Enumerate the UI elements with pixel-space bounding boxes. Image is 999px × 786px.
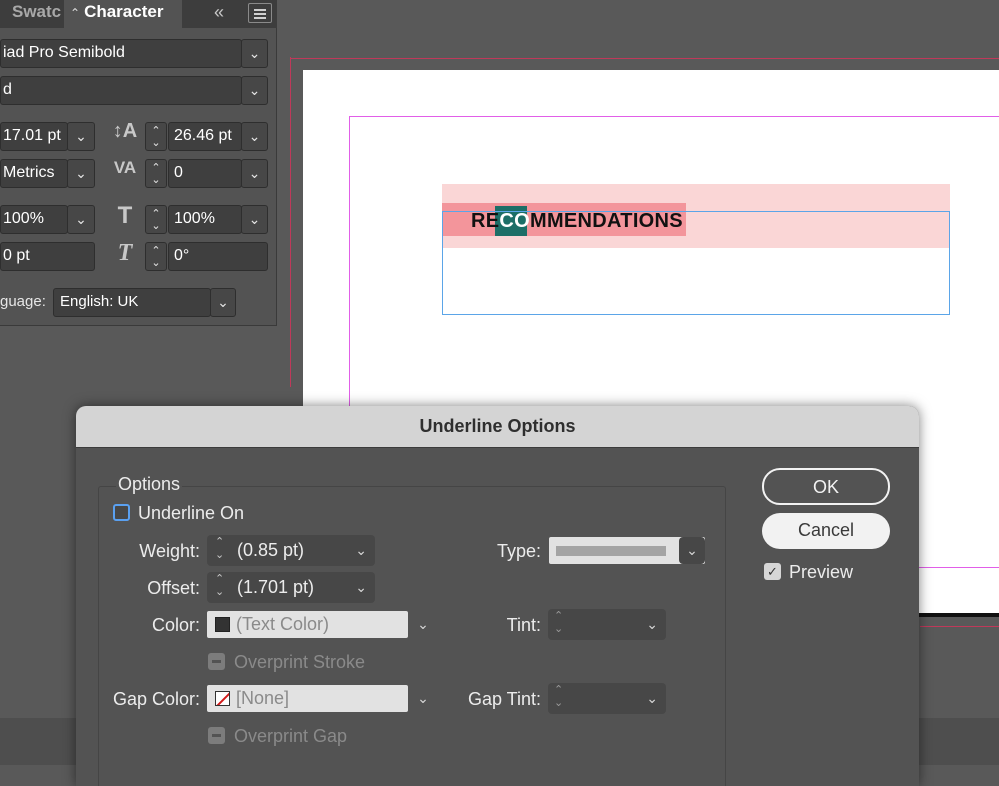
- tint-label: Tint:: [506, 615, 541, 635]
- skew-field[interactable]: 0°: [168, 242, 268, 271]
- offset-control[interactable]: ⌃ ⌄ (1.701 pt) ⌄: [207, 572, 375, 603]
- gap-tint-label: Gap Tint:: [467, 689, 541, 709]
- language-dropdown[interactable]: ⌄: [210, 288, 236, 317]
- bleed-guide-left: [290, 57, 291, 387]
- weight-control[interactable]: ⌃ ⌄ (0.85 pt) ⌄: [207, 535, 375, 566]
- horizontal-scale-stepper[interactable]: ⌃ ⌄: [145, 205, 167, 234]
- font-family-dropdown[interactable]: ⌄: [241, 39, 268, 68]
- character-panel: Swatc ⌃ Character « iad Pro Semibold ⌄ d …: [0, 0, 277, 326]
- weight-dropdown-icon[interactable]: ⌄: [355, 535, 367, 565]
- ok-button[interactable]: OK: [762, 468, 890, 505]
- language-label: guage:: [0, 293, 46, 310]
- horizontal-scale-field[interactable]: 100%: [168, 205, 242, 234]
- gap-tint-stepper-icon[interactable]: ⌃ ⌄: [554, 684, 563, 710]
- underline-on-checkbox[interactable]: [113, 504, 130, 521]
- indeterminate-mark-icon: [212, 660, 221, 663]
- dialog-title: Underline Options: [419, 416, 576, 436]
- tracking-stepper[interactable]: ⌃ ⌄: [145, 159, 167, 188]
- options-group-label: Options: [116, 474, 183, 495]
- underline-options-dialog: Underline Options Options Underline On W…: [76, 406, 919, 786]
- overprint-gap-checkbox[interactable]: [208, 727, 225, 744]
- kerning-field[interactable]: Metrics: [0, 159, 68, 188]
- font-style-field[interactable]: d: [0, 76, 242, 105]
- bleed-guide: [290, 58, 999, 59]
- overprint-stroke-checkbox[interactable]: [208, 653, 225, 670]
- overprint-gap-label: Overprint Gap: [234, 726, 348, 746]
- font-family-field[interactable]: iad Pro Semibold: [0, 39, 242, 68]
- type-dropdown[interactable]: ⌄: [679, 537, 705, 564]
- gap-tint-control[interactable]: ⌃ ⌄ ⌄: [548, 683, 666, 714]
- horizontal-scale-dropdown[interactable]: ⌄: [241, 205, 268, 234]
- gap-color-dropdown[interactable]: ⌄: [410, 685, 436, 712]
- offset-label: Offset:: [147, 578, 200, 598]
- tint-stepper-icon[interactable]: ⌃ ⌄: [554, 610, 563, 636]
- bleed-guide-bottom: [920, 626, 999, 627]
- gap-color-value: [None]: [236, 688, 290, 708]
- color-dropdown[interactable]: ⌄: [410, 611, 436, 638]
- offset-dropdown-icon[interactable]: ⌄: [355, 572, 367, 602]
- overprint-stroke-label: Overprint Stroke: [234, 652, 366, 672]
- tracking-icon: VA: [113, 158, 137, 177]
- tab-character-label: Character: [84, 2, 164, 21]
- font-size-dropdown[interactable]: ⌄: [67, 122, 95, 151]
- vertical-scale-field[interactable]: 100%: [0, 205, 68, 234]
- indeterminate-mark-icon: [212, 734, 221, 737]
- weight-label: Weight:: [139, 541, 200, 561]
- tab-character[interactable]: ⌃ Character: [64, 0, 182, 28]
- dialog-titlebar: Underline Options: [76, 406, 919, 448]
- panel-menu-icon[interactable]: [248, 3, 272, 23]
- weight-stepper-icon[interactable]: ⌃ ⌄: [215, 536, 224, 562]
- checkmark-icon: ✓: [767, 564, 778, 579]
- font-style-dropdown[interactable]: ⌄: [241, 76, 268, 105]
- underline-on-label: Underline On: [138, 503, 245, 523]
- panel-tab-bar: Swatc ⌃ Character «: [0, 0, 277, 28]
- preview-label: Preview: [789, 562, 854, 582]
- cancel-button[interactable]: Cancel: [762, 513, 890, 549]
- tint-control[interactable]: ⌃ ⌄ ⌄: [548, 609, 666, 640]
- kerning-dropdown[interactable]: ⌄: [67, 159, 95, 188]
- preview-checkbox[interactable]: ✓: [764, 563, 781, 580]
- gap-color-label: Gap Color:: [112, 689, 200, 709]
- gap-tint-dropdown-icon[interactable]: ⌄: [646, 683, 658, 713]
- none-swatch-icon: [215, 691, 230, 706]
- headline-text[interactable]: RECOMMENDATIONS: [471, 208, 683, 234]
- leading-field[interactable]: 26.46 pt: [168, 122, 242, 151]
- color-value: (Text Color): [236, 614, 330, 634]
- offset-stepper-icon[interactable]: ⌃ ⌄: [215, 573, 224, 599]
- skew-icon: T: [117, 240, 133, 266]
- collapse-panel-icon[interactable]: «: [214, 2, 224, 23]
- type-label: Type:: [496, 541, 541, 561]
- color-label: Color:: [151, 615, 200, 635]
- gap-color-field[interactable]: [None]: [207, 685, 408, 712]
- tracking-dropdown[interactable]: ⌄: [241, 159, 268, 188]
- headline-pre: RE: [471, 210, 500, 232]
- horizontal-scale-icon: T: [117, 202, 133, 229]
- headline-selected: CO: [499, 210, 530, 232]
- font-size-field[interactable]: 17.01 pt: [0, 122, 68, 151]
- color-field[interactable]: (Text Color): [207, 611, 408, 638]
- stroke-type-preview: [556, 546, 666, 556]
- headline-post: MMENDATIONS: [530, 210, 683, 232]
- offset-value: (1.701 pt): [237, 577, 315, 597]
- tab-sort-icon: ⌃: [70, 6, 81, 20]
- language-field[interactable]: English: UK: [53, 288, 211, 317]
- skew-stepper[interactable]: ⌃ ⌄: [145, 242, 167, 271]
- tint-dropdown-icon[interactable]: ⌄: [646, 609, 658, 639]
- tab-swatches[interactable]: Swatc: [12, 0, 64, 28]
- color-swatch-icon: [215, 617, 230, 632]
- baseline-shift-field[interactable]: 0 pt: [0, 242, 95, 271]
- tracking-field[interactable]: 0: [168, 159, 242, 188]
- leading-stepper[interactable]: ⌃ ⌄: [145, 122, 167, 151]
- weight-value: (0.85 pt): [237, 540, 305, 560]
- leading-icon: ↕A: [112, 120, 138, 142]
- vertical-scale-dropdown[interactable]: ⌄: [67, 205, 95, 234]
- leading-dropdown[interactable]: ⌄: [241, 122, 268, 151]
